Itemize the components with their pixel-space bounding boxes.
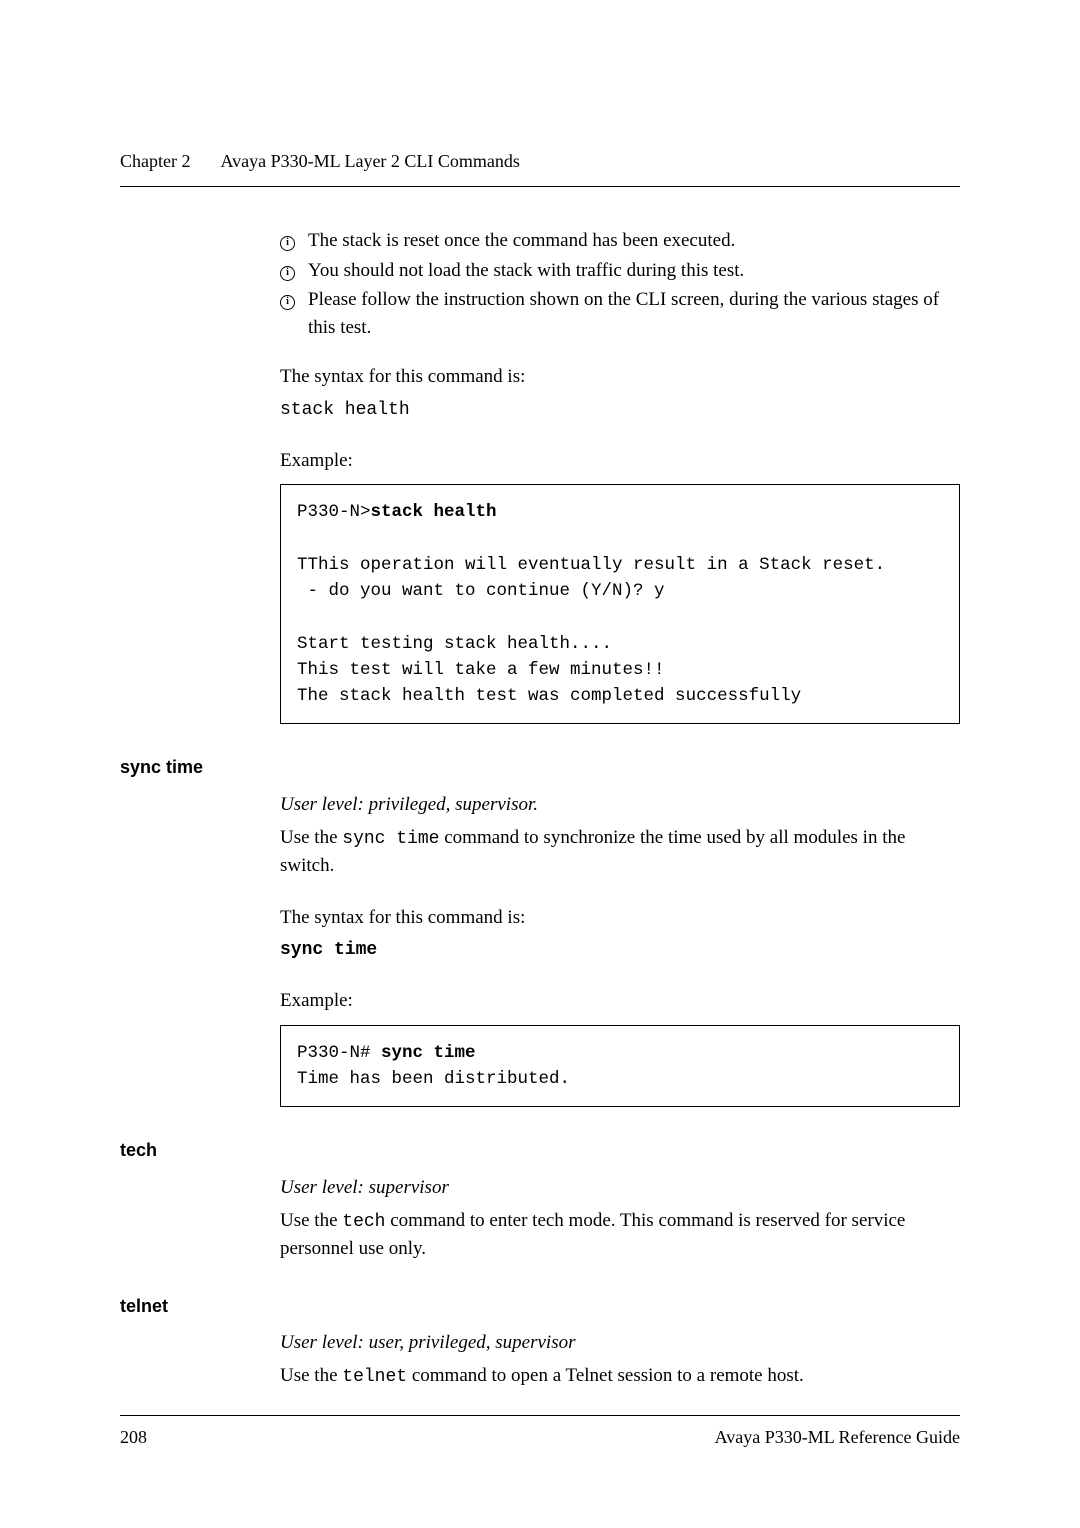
section-heading-sync-time: sync time: [120, 754, 960, 780]
desc-text: Use the: [280, 1210, 342, 1231]
desc-text: command to open a Telnet session to a re…: [407, 1365, 804, 1386]
inline-command: telnet: [342, 1367, 407, 1387]
example-label: Example:: [280, 987, 960, 1015]
user-level: User level: supervisor: [280, 1174, 960, 1202]
example-prompt: P330-N>: [297, 502, 371, 522]
section-heading-tech: tech: [120, 1137, 960, 1163]
inline-command: tech: [342, 1212, 385, 1232]
user-level: User level: privileged, supervisor.: [280, 791, 960, 819]
example-label: Example:: [280, 447, 960, 475]
example-output: Time has been distributed.: [297, 1069, 570, 1089]
info-icon: i: [280, 257, 308, 284]
desc-text: Use the: [280, 1365, 342, 1386]
tech-description: Use the tech command to enter tech mode.…: [280, 1207, 960, 1263]
example-box: P330-N# sync time Time has been distribu…: [280, 1025, 960, 1108]
inline-command: sync time: [342, 829, 439, 849]
telnet-description: Use the telnet command to open a Telnet …: [280, 1362, 960, 1390]
chapter-label: Chapter 2: [120, 148, 190, 174]
example-prompt: P330-N#: [297, 1043, 381, 1063]
syntax-intro: The syntax for this command is:: [280, 904, 960, 932]
example-output: TThis operation will eventually result i…: [297, 555, 885, 706]
bullet-text: Please follow the instruction shown on t…: [308, 286, 960, 341]
page-number: 208: [120, 1424, 147, 1450]
example-command: stack health: [371, 502, 497, 522]
list-item: i The stack is reset once the command ha…: [280, 227, 960, 255]
syntax-command: sync time: [280, 937, 960, 963]
list-item: i Please follow the instruction shown on…: [280, 286, 960, 341]
info-icon: i: [280, 227, 308, 254]
syntax-command: stack health: [280, 397, 960, 423]
bullet-text: You should not load the stack with traff…: [308, 257, 960, 285]
doc-title: Avaya P330-ML Reference Guide: [715, 1424, 960, 1450]
example-command: sync time: [381, 1043, 476, 1063]
list-item: i You should not load the stack with tra…: [280, 257, 960, 285]
page-header: Chapter 2 Avaya P330-ML Layer 2 CLI Comm…: [120, 148, 960, 174]
example-box: P330-N>stack health TThis operation will…: [280, 484, 960, 724]
page-footer: 208 Avaya P330-ML Reference Guide: [120, 1415, 960, 1450]
desc-text: Use the: [280, 827, 342, 848]
syntax-intro: The syntax for this command is:: [280, 363, 960, 391]
section-heading-telnet: telnet: [120, 1293, 960, 1319]
chapter-title: Avaya P330-ML Layer 2 CLI Commands: [220, 148, 519, 174]
user-level: User level: user, privileged, supervisor: [280, 1329, 960, 1357]
info-icon: i: [280, 286, 308, 313]
bullet-list: i The stack is reset once the command ha…: [280, 227, 960, 341]
sync-description: Use the sync time command to synchronize…: [280, 824, 960, 880]
bullet-text: The stack is reset once the command has …: [308, 227, 960, 255]
